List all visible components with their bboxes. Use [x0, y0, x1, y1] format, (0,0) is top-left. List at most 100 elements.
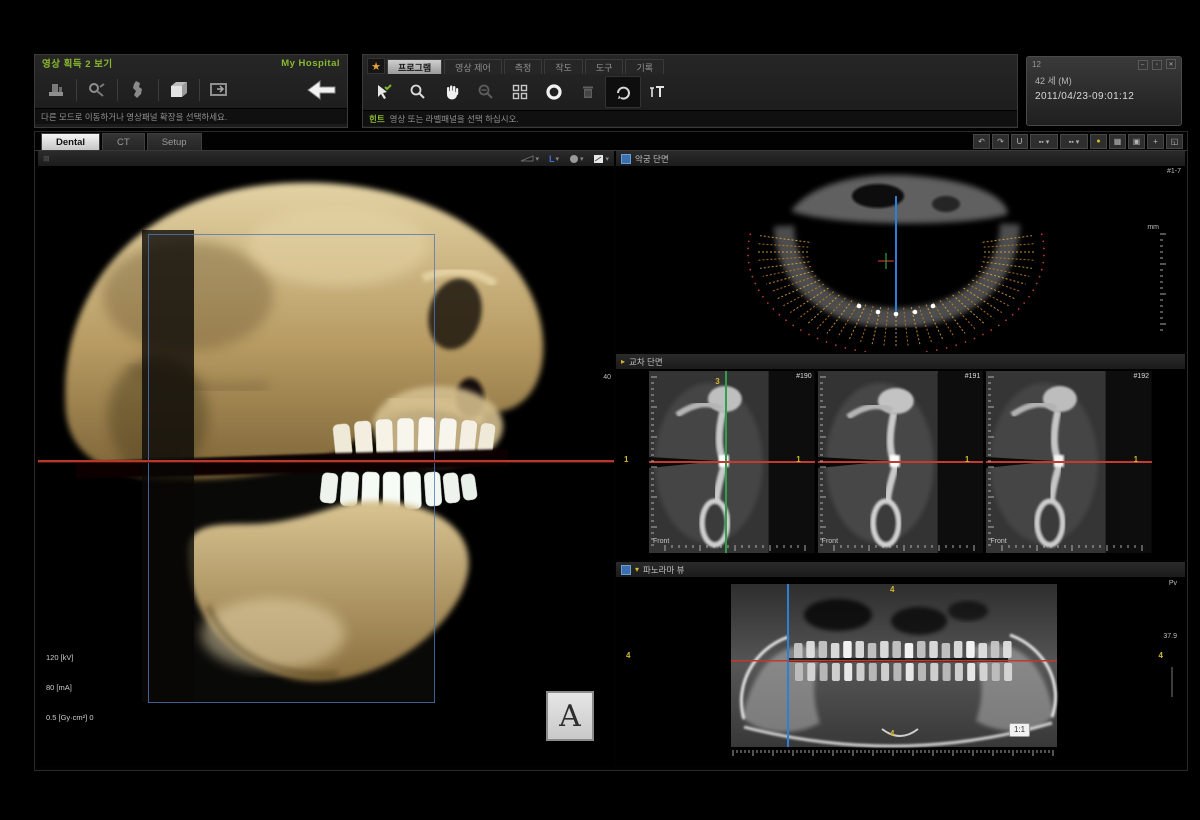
delete-icon[interactable] [571, 77, 605, 107]
arch-panel-title: 악궁 단면 [635, 153, 669, 165]
zoom-in-icon[interactable] [401, 77, 435, 107]
corner-layout-icon[interactable]: ◱ [1166, 134, 1183, 149]
ribbon-hint-label: 힌트 [369, 113, 385, 125]
scan-datetime: 2011/04/23-09:01:12 [1027, 87, 1181, 106]
tooth-marker: 1 [965, 455, 969, 464]
flip-view-icon[interactable] [641, 77, 675, 107]
rotate-3d-icon[interactable] [605, 76, 641, 108]
sensor-arm-icon[interactable] [80, 75, 114, 105]
capture-screen-icon[interactable] [203, 75, 237, 105]
slice-horizontal-line[interactable] [986, 461, 1152, 463]
panel-grip-icon: ⊠ [43, 154, 50, 163]
dot-layout-icon[interactable]: ● [1090, 134, 1107, 149]
patient-id: 12 [1032, 60, 1041, 69]
filter-dropdown[interactable]: ▪▪ ▾ [1060, 134, 1088, 149]
axial-slice-line[interactable] [38, 460, 614, 462]
patient-info-line: 42 세 (M) [1027, 71, 1181, 87]
korea-map-icon[interactable] [121, 75, 155, 105]
ribbon-tab-3[interactable]: 작도 [544, 59, 583, 74]
close-icon[interactable]: ✕ [1166, 59, 1176, 69]
back-arrow-icon[interactable] [299, 75, 343, 105]
ribbon-tab-4[interactable]: 도구 [585, 59, 624, 74]
render-mode-dropdown[interactable]: ▾ [569, 154, 584, 164]
divider [117, 79, 118, 101]
arch-ruler-unit: mm [1147, 224, 1159, 231]
restore-icon[interactable]: ▫ [1152, 60, 1162, 70]
pano-marker-right: 4 [1159, 651, 1163, 660]
ribbon-tab-row: ★ 프로그램 영상 제어 측정 작도 도구 기록 [363, 55, 1017, 74]
acquisition-title: 영상 획득 2 보기 [42, 56, 113, 70]
panel-icon: ▸ [621, 357, 625, 366]
zoom-out-icon[interactable] [469, 77, 503, 107]
pano-viewport[interactable]: 4 4 4 4 Pv 37.9 1:1 [616, 577, 1185, 767]
view-preset-dropdown[interactable]: ▪▪ ▾ [1030, 134, 1058, 149]
ribbon-tab-5[interactable]: 기록 [625, 59, 664, 74]
slice-ruler [987, 375, 997, 549]
cross-slice-2[interactable]: #191 1 Front [818, 371, 984, 553]
layout-grid-icon[interactable] [503, 77, 537, 107]
hospital-name: My Hospital [281, 58, 340, 69]
tab-setup[interactable]: Setup [147, 133, 202, 150]
slice-scale [832, 544, 982, 552]
arch-image[interactable] [616, 166, 1185, 352]
patient-info-box: 12 ‒ ▫ ✕ 42 세 (M) 2011/04/23-09:01:12 [1026, 56, 1182, 126]
pointer-select-icon[interactable] [367, 77, 401, 107]
slice-id: #190 [796, 373, 812, 380]
pano-side-value: 37.9 [1163, 633, 1177, 640]
acquisition-hint-text: 다른 모드로 이동하거나 영상패널 확장을 선택하세요. [41, 111, 227, 123]
slice-ruler [819, 375, 829, 549]
pan-hand-icon[interactable] [435, 77, 469, 107]
favorites-star-icon[interactable]: ★ [367, 58, 385, 74]
ring-icon[interactable] [537, 77, 571, 107]
edge-value: 40 [603, 374, 611, 381]
u-tool-icon[interactable]: U [1011, 134, 1028, 149]
full-layout-icon[interactable]: ▣ [1128, 134, 1145, 149]
cross-slice-3[interactable]: #192 1 Front [986, 371, 1152, 553]
cross-panel-title: 교차 단면 [629, 356, 663, 368]
pano-image[interactable] [616, 577, 1185, 767]
ribbon-tab-2[interactable]: 측정 [504, 59, 543, 74]
tab-dental[interactable]: Dental [41, 133, 100, 150]
ribbon-tab-0[interactable]: 프로그램 [387, 59, 442, 74]
redo-icon[interactable]: ↷ [992, 134, 1009, 149]
ribbon-hint: 힌트 영상 또는 라벨패널을 선택 하십시오. [363, 110, 1017, 126]
pano-red-line [731, 660, 1057, 662]
arch-corner-label: #1-7 [1167, 168, 1181, 175]
minimize-icon[interactable]: ‒ [1138, 60, 1148, 70]
grid-layout-icon[interactable]: ▦ [1109, 134, 1126, 149]
divider [76, 79, 77, 101]
undo-icon[interactable]: ↶ [973, 134, 990, 149]
clip-plane-dropdown[interactable]: ▾ [520, 154, 539, 163]
slice-horizontal-line[interactable] [818, 461, 984, 463]
arch-ruler [1159, 232, 1171, 336]
panel-icon [621, 565, 631, 575]
ribbon-tab-1[interactable]: 영상 제어 [444, 59, 502, 74]
slice-ruler [650, 375, 660, 549]
divider [158, 79, 159, 101]
slice-id: #191 [965, 373, 981, 380]
tab-ct[interactable]: CT [102, 133, 145, 150]
slice-horizontal-line[interactable] [649, 461, 815, 463]
cross-slice-1[interactable]: #190 3 1 Front [649, 371, 815, 553]
volume-3d-viewport[interactable]: 40 120 [kV] 80 [mA] 0.5 [Gy·cm²] 0 A [38, 166, 614, 767]
exposure-stats: 120 [kV] 80 [mA] 0.5 [Gy·cm²] 0 [46, 633, 94, 743]
pano-blue-line [787, 584, 789, 747]
volume-3d-panel: ⊠ ▾ L▾ ▾ ▾ [38, 151, 614, 767]
orientation-marker-a: A [546, 691, 594, 741]
acquisition-titlebar: 영상 획득 2 보기 My Hospital [35, 55, 347, 71]
divider [199, 79, 200, 101]
pano-panel-header: ▾ 파노라마 뷰 [616, 562, 1185, 578]
arch-viewport[interactable]: #1-7 mm [616, 166, 1185, 352]
annotation-dropdown[interactable]: ▾ [593, 154, 609, 164]
add-layout-icon[interactable]: + [1147, 134, 1164, 149]
cross-section-row: 1 #190 [616, 369, 1185, 555]
volume-cube-icon[interactable] [162, 75, 196, 105]
pano-panel-title: 파노라마 뷰 [643, 564, 684, 576]
chair-scan-icon[interactable] [39, 75, 73, 105]
clip-box-outline[interactable] [148, 234, 435, 703]
tooth-marker: 1 [796, 455, 800, 464]
orientation-l-dropdown[interactable]: L▾ [549, 154, 559, 164]
workspace-tab-strip: Dental CT Setup [41, 132, 202, 150]
slice-scale [663, 544, 813, 552]
arch-blue-line [895, 196, 897, 312]
